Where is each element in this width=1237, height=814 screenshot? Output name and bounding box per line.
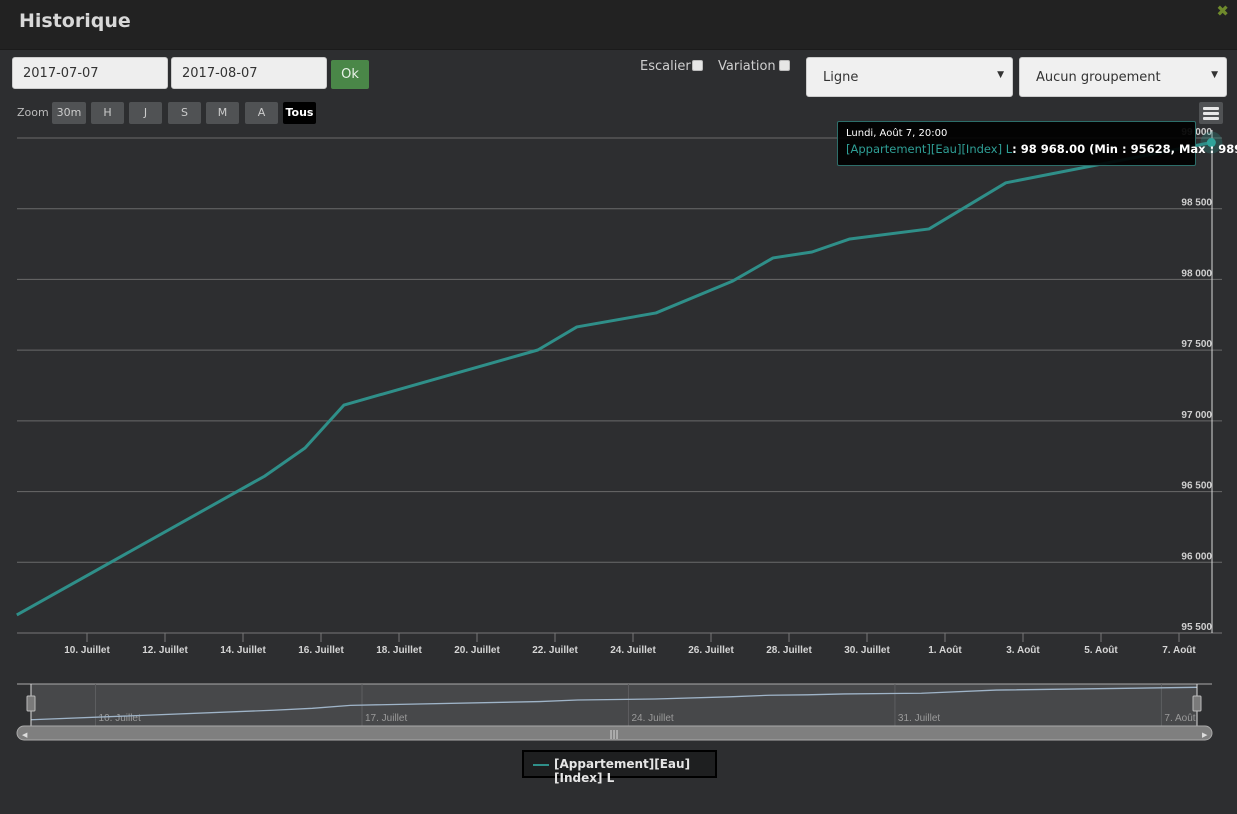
tooltip-series: [Appartement][Eau][Index] L [846,142,1013,156]
chart-tooltip: Lundi, Août 7, 20:00 [Appartement][Eau][… [837,121,1237,166]
scroll-right-arrow-icon: ▶ [1202,731,1208,739]
x-tick-label: 22. Juillet [532,645,578,656]
navigator-label: 10. Juillet [99,713,141,724]
y-tick-label: 96 500 [1181,481,1212,492]
x-tick-label: 18. Juillet [376,645,422,656]
navigator-label: 24. Juillet [631,713,673,724]
y-tick-label: 95 500 [1181,622,1212,633]
x-tick-label: 30. Juillet [844,645,890,656]
x-tick-label: 7. Août [1162,645,1196,656]
legend-line-icon [533,764,549,766]
x-tick-label: 3. Août [1006,645,1040,656]
y-tick-label: 98 000 [1181,268,1212,279]
x-tick-label: 24. Juillet [610,645,656,656]
x-tick-label: 14. Juillet [220,645,266,656]
x-tick-label: 10. Juillet [64,645,110,656]
tooltip-value: : 98 968.00 (Min : 95628, Max : 98968) [1012,142,1237,156]
x-tick-label: 28. Juillet [766,645,812,656]
x-tick-label: 12. Juillet [142,645,188,656]
scroll-left-arrow-icon: ◀ [22,731,28,739]
y-tick-label: 97 500 [1181,339,1212,350]
tooltip-date: Lundi, Août 7, 20:00 [846,128,948,139]
navigator-handle [1192,695,1202,712]
x-tick-label: 16. Juillet [298,645,344,656]
scrollbar-grip-icon: ||| [609,730,618,740]
x-tick-label: 26. Juillet [688,645,734,656]
y-tick-label: 96 000 [1181,551,1212,562]
navigator-label: 7. Août [1164,713,1195,724]
y-tick-label: 98 500 [1181,198,1212,209]
y-tick-label: 97 000 [1181,410,1212,421]
x-tick-label: 20. Juillet [454,645,500,656]
navigator-label: 31. Juillet [898,713,940,724]
navigator-label: 17. Juillet [365,713,407,724]
x-tick-label: 1. Août [928,645,962,656]
navigator-handle [26,695,36,712]
x-tick-label: 5. Août [1084,645,1118,656]
legend-item[interactable]: [Appartement][Eau][Index] L [522,750,717,785]
series-line [16,141,1212,617]
